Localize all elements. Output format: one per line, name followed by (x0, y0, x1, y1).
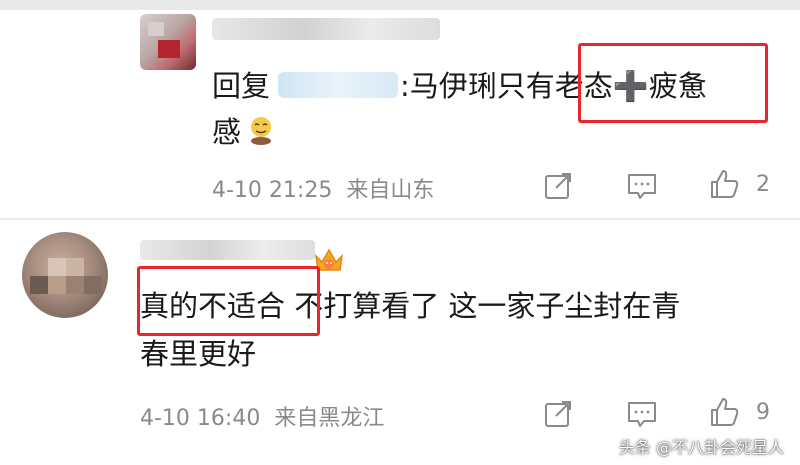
avatar[interactable] (140, 14, 196, 70)
comment-location: 来自山东 (346, 178, 435, 203)
share-icon[interactable] (542, 170, 574, 202)
like-count: 9 (756, 400, 770, 425)
like-icon[interactable] (708, 168, 740, 200)
username-blurred[interactable] (212, 18, 440, 40)
comment-text-line2: 春里更好 (140, 337, 257, 371)
comment-location: 来自黑龙江 (274, 406, 385, 431)
share-icon[interactable] (542, 398, 574, 430)
highlight-box (578, 43, 768, 123)
reply-prefix: 回复 (212, 69, 271, 103)
comment-time: 4-10 21:25 (212, 178, 333, 203)
watermark: 头条 @不八卦会死星人 (618, 438, 784, 457)
like-icon[interactable] (708, 396, 740, 428)
like-count: 2 (756, 172, 770, 197)
comment-meta: 4-10 16:40 来自黑龙江 (140, 400, 384, 432)
mention-blurred[interactable] (278, 72, 398, 98)
comment-item (0, 226, 800, 465)
comment-time: 4-10 16:40 (140, 406, 261, 431)
comment-icon[interactable] (626, 398, 658, 430)
comment-divider (0, 218, 800, 220)
username-blurred[interactable] (140, 240, 315, 260)
avatar[interactable] (22, 232, 108, 318)
top-separator (0, 0, 800, 10)
comment-meta: 4-10 21:25 来自山东 (212, 172, 434, 204)
comment-icon[interactable] (626, 170, 658, 202)
comment-text-line2: 感 (212, 115, 242, 149)
emoji-icon (251, 117, 271, 145)
highlight-box (137, 266, 320, 336)
